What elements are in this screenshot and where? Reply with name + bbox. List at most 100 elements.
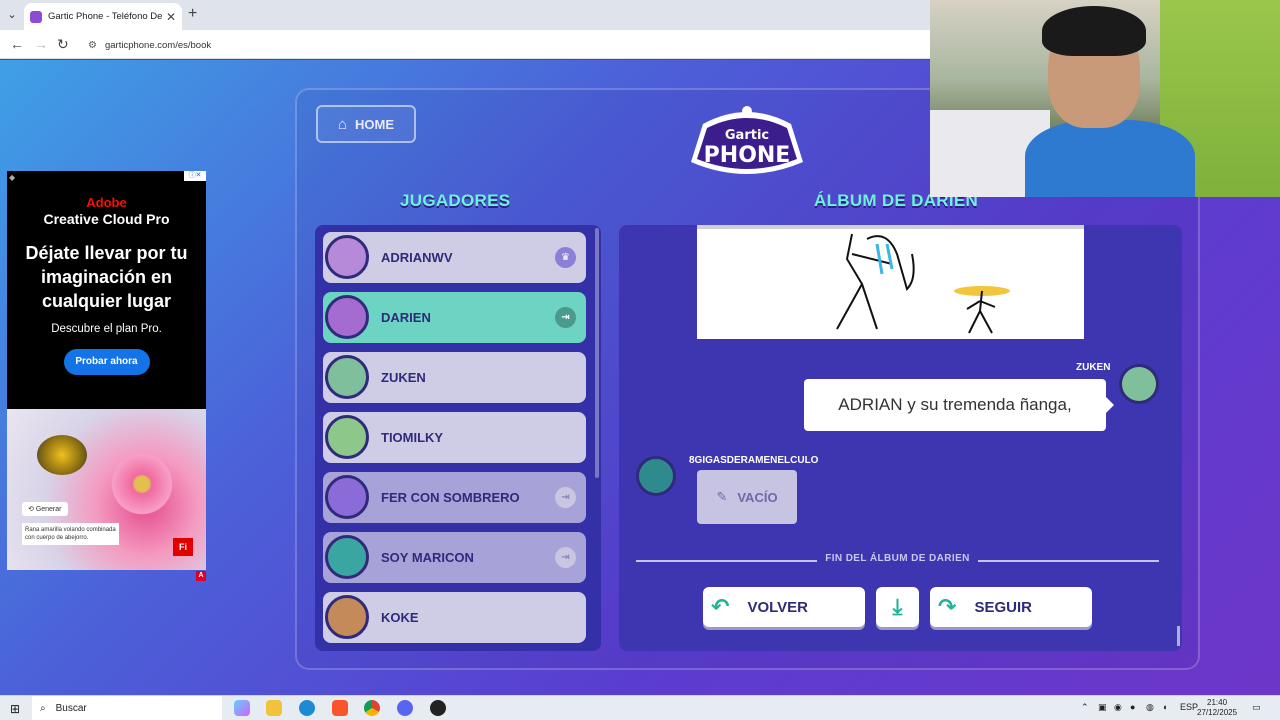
player-name: TIOMILKY <box>381 430 444 445</box>
flower-image <box>107 449 177 519</box>
browser-tab[interactable]: Gartic Phone - Teléfono Descon ✕ <box>24 3 182 30</box>
gartic-phone-logo: Gartic PHONE <box>691 106 803 174</box>
guess-text: ADRIAN y su tremenda ñanga, <box>838 395 1072 414</box>
stick-figure-drawing <box>836 233 1010 334</box>
tray-mic-icon[interactable]: ● <box>1130 702 1135 712</box>
notifications-icon[interactable]: ▭ <box>1252 702 1261 713</box>
empty-label: VACÍO <box>737 489 778 505</box>
search-icon: ⌕ <box>40 703 46 714</box>
players-scrollbar[interactable] <box>595 228 599 478</box>
album-end-label: FIN DEL ÁLBUM DE DARIEN <box>636 553 1159 564</box>
ad-brand: Adobe <box>86 195 127 210</box>
file-explorer-icon[interactable] <box>266 700 282 716</box>
ad-subline: Descubre el plan Pro. <box>51 323 162 335</box>
ad-choice-icon[interactable]: A <box>196 571 206 581</box>
tab-list-dropdown-icon[interactable]: ⌄ <box>4 7 20 23</box>
exit-icon[interactable]: ⇥ <box>555 307 576 328</box>
obs-icon[interactable] <box>430 700 446 716</box>
tray-language[interactable]: ESP <box>1180 702 1198 712</box>
clock-date: 27/12/2025 <box>1197 708 1238 717</box>
adobe-ad[interactable]: Adobe Creative Cloud Pro Déjate llevar p… <box>7 171 206 570</box>
player-name: DARIEN <box>381 310 431 325</box>
album-scrollbar[interactable] <box>1177 626 1180 646</box>
back-arrow-icon: ↶ <box>711 594 730 619</box>
back-label: VOLVER <box>747 598 809 616</box>
crown-icon: ♛ <box>555 247 576 268</box>
next-label: SEGUIR <box>974 598 1032 616</box>
gartic-favicon-icon <box>30 10 42 23</box>
player-avatar <box>325 415 369 459</box>
clock-time: 21:40 <box>1207 698 1228 707</box>
player-name: KOKE <box>381 610 419 625</box>
player-item: TIOMILKY <box>323 412 586 463</box>
webcam-person-shirt <box>1025 120 1195 197</box>
album-drawing <box>697 225 1084 339</box>
tab-title: Gartic Phone - Teléfono Descon <box>48 11 162 22</box>
player-avatar <box>325 355 369 399</box>
player-item: SOY MARICON ⇥ <box>323 532 586 583</box>
windows-taskbar: ⊞ ⌕ Buscar ⌃ ▣ ◉ ● ◍ ◖ ESP 21:40 27/12/2… <box>0 695 1280 720</box>
download-button[interactable]: ⤓ <box>876 587 919 627</box>
tray-network-icon[interactable]: ◉ <box>1114 702 1122 713</box>
exit-icon[interactable]: ⇥ <box>555 547 576 568</box>
forward-icon[interactable]: → <box>34 36 48 52</box>
pencil-icon: ✎ <box>716 489 728 504</box>
search-label: Buscar <box>55 703 87 714</box>
taskbar-clock[interactable]: 21:40 27/12/2025 <box>1197 698 1237 718</box>
guess-bubble: ADRIAN y su tremenda ñanga, <box>804 379 1114 431</box>
tray-chevron-icon[interactable]: ⌃ <box>1081 702 1089 713</box>
player-item: DARIEN ⇥ <box>323 292 586 343</box>
tray-volume-icon[interactable]: ◖ <box>1162 702 1167 712</box>
edge-icon[interactable] <box>299 700 315 716</box>
back-button[interactable]: ↶ VOLVER <box>703 587 865 627</box>
home-button[interactable]: ⌂ HOME <box>316 105 416 143</box>
player-avatar <box>325 295 369 339</box>
tray-app-icon[interactable]: ▣ <box>1098 702 1107 713</box>
taskbar-search[interactable]: ⌕ Buscar <box>32 696 222 720</box>
next-arrow-icon: ↷ <box>938 594 957 619</box>
close-tab-icon[interactable]: ✕ <box>166 10 176 24</box>
chrome-icon[interactable] <box>364 700 380 716</box>
ad-firefly-badge: Fi <box>173 538 193 556</box>
download-icon: ⤓ <box>892 594 903 619</box>
url-text: garticphone.com/es/book <box>104 39 212 51</box>
ad-info-icon[interactable]: ⓘ✕ <box>184 171 206 181</box>
message-avatar <box>1119 364 1159 404</box>
player-item: ADRIANWV ♛ <box>323 232 586 283</box>
player-name: FER CON SOMBRERO <box>381 490 520 505</box>
discord-icon[interactable] <box>397 700 413 716</box>
player-name: ADRIANWV <box>381 250 453 265</box>
address-bar: ← → ↻ ⚙ garticphone.com/es/book <box>0 30 930 59</box>
player-name: ZUKEN <box>381 370 426 385</box>
player-avatar <box>325 595 369 639</box>
ad-image: ⟲ Generar Rana amarilla volando combinad… <box>7 409 206 570</box>
webcam-overlay <box>930 0 1280 197</box>
home-icon: ⌂ <box>337 115 348 133</box>
exit-icon[interactable]: ⇥ <box>555 487 576 508</box>
bee-frog-image <box>37 435 87 475</box>
message-avatar <box>636 456 676 496</box>
player-avatar <box>325 475 369 519</box>
player-item: FER CON SOMBRERO ⇥ <box>323 472 586 523</box>
ad-cta-button[interactable]: Probar ahora <box>63 349 150 375</box>
empty-drawing-card: ✎ VACÍO <box>697 470 797 524</box>
brave-icon[interactable] <box>332 700 348 716</box>
new-tab-button[interactable]: + <box>188 5 197 23</box>
reload-icon[interactable]: ↻ <box>57 36 69 53</box>
ad-image-caption: Rana amarilla volando combinada con cuer… <box>22 523 119 545</box>
tray-wifi-icon[interactable]: ◍ <box>1146 702 1154 713</box>
windows-start-icon[interactable]: ⊞ <box>10 702 20 716</box>
site-info-icon[interactable]: ⚙ <box>88 40 97 51</box>
svg-text:PHONE: PHONE <box>704 143 791 168</box>
player-item: KOKE <box>323 592 586 643</box>
player-avatar <box>325 535 369 579</box>
ad-shield-icon: ◆ <box>9 173 16 182</box>
url-field[interactable]: ⚙ garticphone.com/es/book <box>84 36 924 54</box>
next-button[interactable]: ↷ SEGUIR <box>930 587 1092 627</box>
back-icon[interactable]: ← <box>10 36 24 52</box>
copilot-icon[interactable] <box>234 700 250 716</box>
ad-headline: Déjate llevar por tu imaginación en cual… <box>25 243 188 311</box>
players-title: JUGADORES <box>400 191 511 210</box>
message-author: ZUKEN <box>1076 362 1111 373</box>
webcam-person-hair <box>1042 6 1146 56</box>
